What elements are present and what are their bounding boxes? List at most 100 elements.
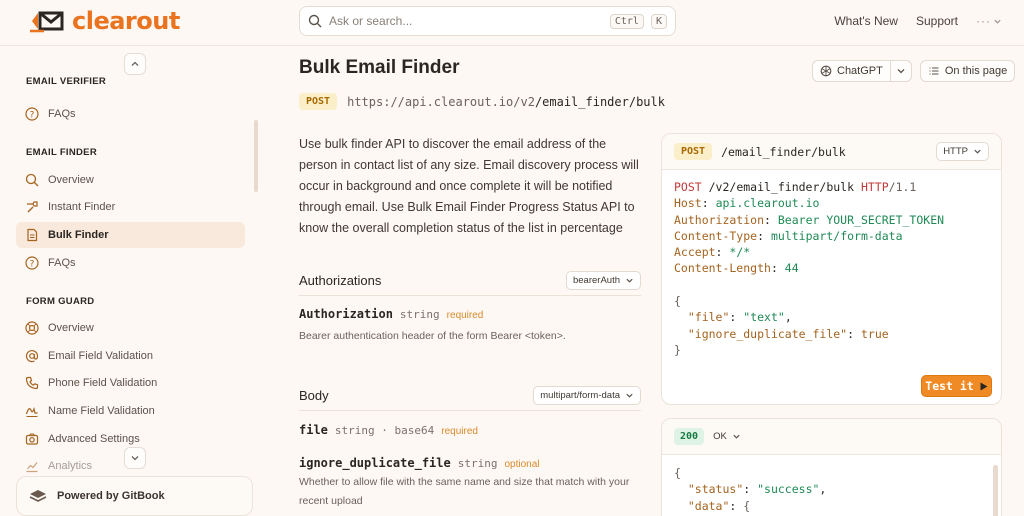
code-method: POST: [674, 180, 702, 194]
sidebar-item-overview-finder[interactable]: Overview: [16, 167, 245, 193]
search-bar[interactable]: Ask or search... Ctrl K: [299, 6, 676, 36]
chatgpt-button-group: ChatGPT: [812, 60, 912, 82]
code-path: /v2/email_finder/bulk: [701, 180, 861, 194]
sidebar-item-label: Overview: [48, 322, 94, 334]
request-code: POST /v2/email_finder/bulk HTTP/1.1 Host…: [674, 180, 945, 357]
shortcut-k: K: [650, 13, 667, 29]
method-badge: POST: [299, 93, 338, 110]
chevron-up-icon: [131, 61, 139, 66]
chevron-down-icon: [897, 69, 905, 74]
body-key-dup: "ignore_duplicate_file": [687, 326, 848, 341]
nav-more-button[interactable]: ···: [976, 14, 1002, 28]
page-title: Bulk Email Finder: [299, 57, 460, 78]
nav-whats-new[interactable]: What's New: [834, 14, 898, 28]
auth-scheme-select[interactable]: bearerAuth: [565, 271, 641, 290]
sidebar-item-phone-field-validation[interactable]: Phone Field Validation: [16, 370, 245, 396]
param-file: file string · base64 required: [299, 423, 644, 437]
powered-by-gitbook[interactable]: Powered by GitBook: [16, 476, 253, 516]
play-icon: [980, 382, 988, 390]
param-type: string · base64: [334, 424, 435, 437]
sidebar-item-bulk-finder[interactable]: Bulk Finder: [16, 222, 245, 248]
more-dots: ···: [976, 14, 991, 28]
camera-icon: [25, 433, 39, 445]
sidebar-scrollbar[interactable]: [254, 120, 258, 192]
sidebar-scroll-up-button[interactable]: [124, 53, 146, 75]
response-panel-header: 200 OK: [662, 419, 1001, 455]
sidebar-item-label: Bulk Finder: [48, 229, 109, 241]
sidebar-item-faqs-verifier[interactable]: ? FAQs: [16, 101, 245, 127]
param-type: string: [457, 457, 498, 470]
param-description: Bearer authentication header of the form…: [299, 330, 566, 342]
logo[interactable]: clearout: [30, 7, 180, 35]
header-key: Accept: [674, 245, 716, 260]
param-description: Whether to allow file with the same name…: [299, 476, 630, 507]
sidebar-item-instant-finder[interactable]: Instant Finder: [16, 194, 245, 220]
resp-key-data: "data": [687, 498, 730, 513]
sidebar-item-email-field-validation[interactable]: Email Field Validation: [16, 343, 245, 369]
resp-value-status: "success": [757, 482, 820, 497]
status-select[interactable]: OK: [713, 431, 741, 442]
endpoint-line: POST https://api.clearout.io/v2/email_fi…: [299, 93, 665, 110]
section-form-guard: FORM GUARD: [26, 296, 95, 307]
powered-by-label: Powered by GitBook: [57, 490, 165, 502]
search-icon: [308, 14, 322, 28]
sidebar-item-name-field-validation[interactable]: Name Field Validation: [16, 398, 245, 424]
param-name: ignore_duplicate_file: [299, 456, 451, 470]
sidebar-item-label: Email Field Validation: [48, 350, 153, 362]
question-circle-icon: ?: [25, 256, 39, 270]
body-key-file: "file": [687, 310, 730, 325]
page-actions: ChatGPT On this page: [812, 60, 1016, 82]
sidebar-scroll-down-button[interactable]: [124, 447, 146, 469]
chevron-down-icon: [131, 456, 139, 461]
chevron-down-icon: [994, 19, 1001, 24]
test-it-button[interactable]: Test it: [921, 375, 992, 397]
sidebar-item-label: Phone Field Validation: [48, 377, 158, 389]
language-select[interactable]: HTTP: [936, 142, 989, 161]
search-placeholder: Ask or search...: [329, 14, 413, 28]
lifebuoy-icon: [25, 321, 39, 335]
response-scrollbar[interactable]: [993, 465, 998, 516]
authorizations-title: Authorizations: [299, 273, 382, 288]
on-this-page-button[interactable]: On this page: [919, 60, 1016, 82]
list-icon: [929, 67, 939, 75]
request-code-panel: POST /email_finder/bulk HTTP POST /v2/em…: [661, 133, 1002, 405]
header-value: multipart/form-data: [770, 228, 903, 243]
hammer-icon: [27, 201, 38, 213]
sidebar-item-label: Name Field Validation: [48, 405, 155, 417]
section-email-finder: EMAIL FINDER: [26, 147, 97, 158]
param-authorization: Authorization string required Bearer aut…: [299, 307, 644, 346]
param-name: file: [299, 423, 328, 437]
code-proto: HTTP: [860, 180, 889, 194]
content-type-select[interactable]: multipart/form-data: [533, 386, 641, 405]
top-bar: clearout Ask or search... Ctrl K What's …: [0, 0, 1024, 46]
chatgpt-button[interactable]: ChatGPT: [813, 61, 890, 81]
sidebar-item-overview-form-guard[interactable]: Overview: [16, 315, 245, 341]
clearout-logo-icon: [30, 11, 64, 33]
file-icon: [27, 228, 38, 242]
chart-icon: [26, 462, 38, 473]
nav-support[interactable]: Support: [916, 14, 958, 28]
sidebar-item-label: FAQs: [48, 108, 76, 120]
brace-open: {: [674, 294, 681, 309]
phone-icon: [25, 376, 39, 390]
section-email-verifier: EMAIL VERIFIER: [26, 76, 107, 87]
test-it-label: Test it: [925, 379, 974, 393]
brace-open: {: [743, 498, 751, 513]
resp-key-status: "status": [687, 482, 744, 497]
request-path: /email_finder/bulk: [721, 144, 846, 159]
signature-icon: [25, 407, 38, 417]
language-value: HTTP: [943, 146, 968, 157]
sidebar-item-faqs-finder[interactable]: ? FAQs: [16, 250, 245, 276]
chatgpt-dropdown-button[interactable]: [889, 61, 911, 81]
gitbook-icon: [29, 490, 47, 502]
endpoint-url[interactable]: https://api.clearout.io/v2/email_finder/…: [347, 95, 665, 109]
body-title: Body: [299, 388, 329, 403]
endpoint-url-path: /email_finder/bulk: [534, 94, 665, 109]
shortcut-ctrl: Ctrl: [609, 13, 644, 29]
header-value: */*: [729, 245, 751, 260]
chevron-down-icon: [626, 278, 633, 283]
param-required-flag: required: [441, 426, 478, 437]
content-type-value: multipart/form-data: [540, 390, 620, 401]
code-version: /1.1: [888, 180, 917, 194]
method-badge: POST: [674, 143, 713, 160]
